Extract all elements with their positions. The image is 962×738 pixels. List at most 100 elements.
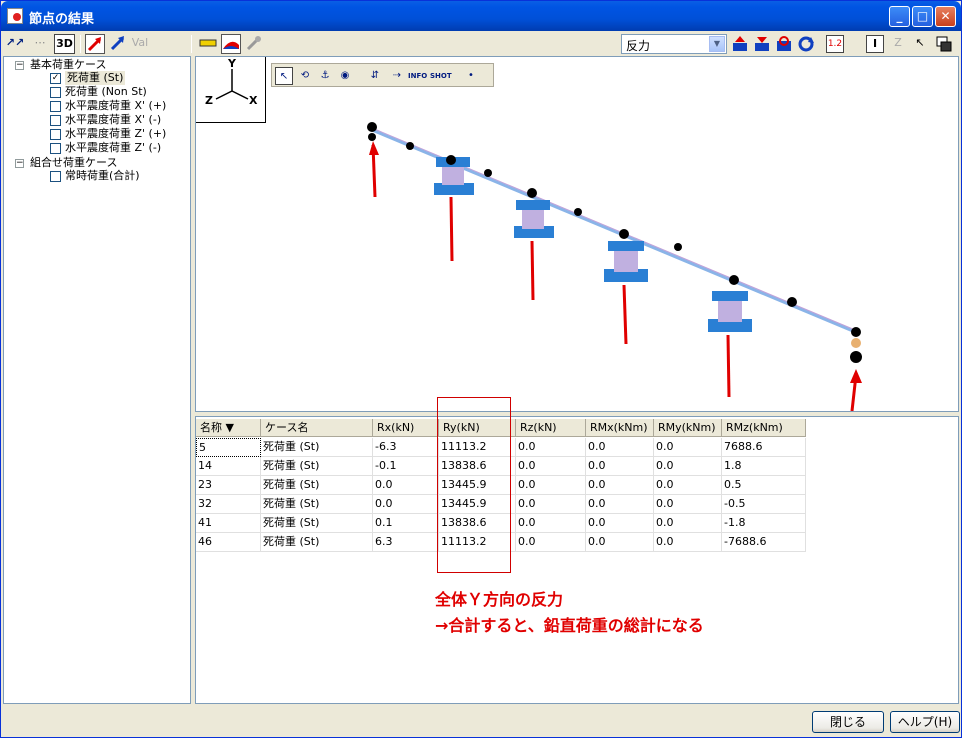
checkbox[interactable] <box>50 101 61 112</box>
cell-rz[interactable]: 0.0 <box>516 533 586 552</box>
tree-item-dead-nonst[interactable]: 死荷重 (Non St) <box>65 85 147 99</box>
checkbox[interactable] <box>50 115 61 126</box>
flip-axis-icon[interactable]: ⇵ <box>366 67 384 85</box>
cell-rx[interactable]: -6.3 <box>373 438 439 457</box>
collapse-toggle[interactable]: − <box>15 159 24 168</box>
cell-rmz[interactable]: 7688.6 <box>722 438 806 457</box>
cursor-select-icon[interactable]: ↖ <box>911 35 929 53</box>
cell-rx[interactable]: 0.1 <box>373 514 439 533</box>
maximize-button[interactable]: □ <box>912 6 933 27</box>
help-button[interactable]: ヘルプ(H) <box>890 711 960 733</box>
checkbox[interactable] <box>50 143 61 154</box>
collapse-toggle[interactable]: − <box>15 61 24 70</box>
info-icon[interactable]: INFO <box>408 67 427 85</box>
col-header-rmz[interactable]: RMz(kNm) <box>722 419 806 437</box>
dotted-grid-icon[interactable]: ⋯ <box>31 34 49 54</box>
z-label-icon[interactable]: Z <box>889 35 907 53</box>
cell-rmx[interactable]: 0.0 <box>586 533 654 552</box>
cell-rmx[interactable]: 0.0 <box>586 438 654 457</box>
cell-rmz[interactable]: 0.5 <box>722 476 806 495</box>
checkbox[interactable] <box>50 87 61 98</box>
model-viewport[interactable]: Y Z X ↖ ⟲ ⚓ ◉ ⇵ ⇢ INFO SHOT • <box>195 56 959 412</box>
tree-item-dead-st[interactable]: 死荷重 (St) <box>65 71 126 85</box>
scale-icon[interactable]: 1.2 <box>826 35 844 53</box>
cell-rx[interactable]: -0.1 <box>373 457 439 476</box>
cell-rmx[interactable]: 0.0 <box>586 457 654 476</box>
select-cursor-icon[interactable]: ↖ <box>275 67 293 85</box>
cell-rx[interactable]: 0.0 <box>373 476 439 495</box>
close-window-button[interactable]: ✕ <box>935 6 956 27</box>
cell-case[interactable]: 死荷重 (St) <box>261 476 373 495</box>
sync-icon[interactable] <box>797 35 815 53</box>
cell-name[interactable]: 14 <box>196 457 261 476</box>
cell-rx[interactable]: 6.3 <box>373 533 439 552</box>
cell-rmy[interactable]: 0.0 <box>654 533 722 552</box>
cell-name[interactable]: 41 <box>196 514 261 533</box>
tree-item-normal-total[interactable]: 常時荷重(合計) <box>65 169 140 183</box>
cell-rz[interactable]: 0.0 <box>516 495 586 514</box>
cell-rmy[interactable]: 0.0 <box>654 438 722 457</box>
cell-name[interactable]: 23 <box>196 476 261 495</box>
cell-rmy[interactable]: 0.0 <box>654 457 722 476</box>
chevron-down-icon[interactable]: ▼ <box>709 36 725 52</box>
cell-rmx[interactable]: 0.0 <box>586 514 654 533</box>
col-header-rmx[interactable]: RMx(kNm) <box>586 419 654 437</box>
tree-item-seismic-z-minus[interactable]: 水平震度荷重 Z' (-) <box>65 141 161 155</box>
cell-case[interactable]: 死荷重 (St) <box>261 438 373 457</box>
col-header-case[interactable]: ケース名 <box>261 419 373 437</box>
cell-rmz[interactable]: 1.8 <box>722 457 806 476</box>
pin-icon[interactable] <box>245 34 263 54</box>
cell-rz[interactable]: 0.0 <box>516 514 586 533</box>
reaction-arrow-icon[interactable] <box>85 34 105 54</box>
cell-rmy[interactable]: 0.0 <box>654 476 722 495</box>
rotate-icon[interactable]: ⟲ <box>296 67 314 85</box>
anchor-icon[interactable]: ⚓ <box>316 67 334 85</box>
cell-name[interactable]: 32 <box>196 495 261 514</box>
close-button[interactable]: 閉じる <box>812 711 884 733</box>
cell-rmy[interactable]: 0.0 <box>654 514 722 533</box>
cell-rmz[interactable]: -7688.6 <box>722 533 806 552</box>
col-header-rz[interactable]: Rz(kN) <box>516 419 586 437</box>
export-down-icon[interactable] <box>753 35 771 53</box>
ruler-icon[interactable] <box>199 34 217 54</box>
checkbox-checked[interactable]: ✓ <box>50 73 61 84</box>
diagram-icon[interactable] <box>221 34 241 54</box>
cell-case[interactable]: 死荷重 (St) <box>261 533 373 552</box>
cell-name[interactable]: 5 <box>196 438 261 457</box>
tree-group-basic[interactable]: 基本荷重ケース <box>30 58 106 72</box>
cell-rmz[interactable]: -1.8 <box>722 514 806 533</box>
cell-rz[interactable]: 0.0 <box>516 438 586 457</box>
cell-rz[interactable]: 0.0 <box>516 476 586 495</box>
screenshot-icon[interactable]: SHOT <box>430 67 452 85</box>
window-cascade-icon[interactable] <box>935 35 953 53</box>
zoom-icon[interactable]: ◉ <box>336 67 354 85</box>
result-type-select[interactable]: 反力 ▼ <box>621 34 727 54</box>
member-axis-icon[interactable]: ↗↗ <box>5 34 25 54</box>
tree-group-combo[interactable]: 組合せ荷重ケース <box>30 156 117 170</box>
tree-item-seismic-z-plus[interactable]: 水平震度荷重 Z' (+) <box>65 127 166 141</box>
col-header-rx[interactable]: Rx(kN) <box>373 419 439 437</box>
point-icon[interactable]: • <box>462 67 480 85</box>
cell-rmx[interactable]: 0.0 <box>586 476 654 495</box>
section-icon[interactable]: I <box>866 35 884 53</box>
tree-item-seismic-x-minus[interactable]: 水平震度荷重 X' (-) <box>65 113 161 127</box>
refresh-model-icon[interactable] <box>775 35 793 53</box>
cell-case[interactable]: 死荷重 (St) <box>261 457 373 476</box>
cell-case[interactable]: 死荷重 (St) <box>261 495 373 514</box>
direction-icon[interactable]: ⇢ <box>388 67 406 85</box>
cell-name[interactable]: 46 <box>196 533 261 552</box>
cell-case[interactable]: 死荷重 (St) <box>261 514 373 533</box>
checkbox[interactable] <box>50 129 61 140</box>
col-header-rmy[interactable]: RMy(kNm) <box>654 419 722 437</box>
3d-view-button[interactable]: 3D <box>54 34 75 54</box>
cell-rz[interactable]: 0.0 <box>516 457 586 476</box>
export-up-icon[interactable] <box>731 35 749 53</box>
cell-rmz[interactable]: -0.5 <box>722 495 806 514</box>
checkbox[interactable] <box>50 171 61 182</box>
col-header-name[interactable]: 名称 ▼ <box>196 419 261 437</box>
cell-rmy[interactable]: 0.0 <box>654 495 722 514</box>
value-label-icon[interactable]: Val <box>131 34 149 54</box>
cell-rx[interactable]: 0.0 <box>373 495 439 514</box>
minimize-button[interactable]: _ <box>889 6 910 27</box>
moment-arrow-icon[interactable] <box>108 34 128 54</box>
